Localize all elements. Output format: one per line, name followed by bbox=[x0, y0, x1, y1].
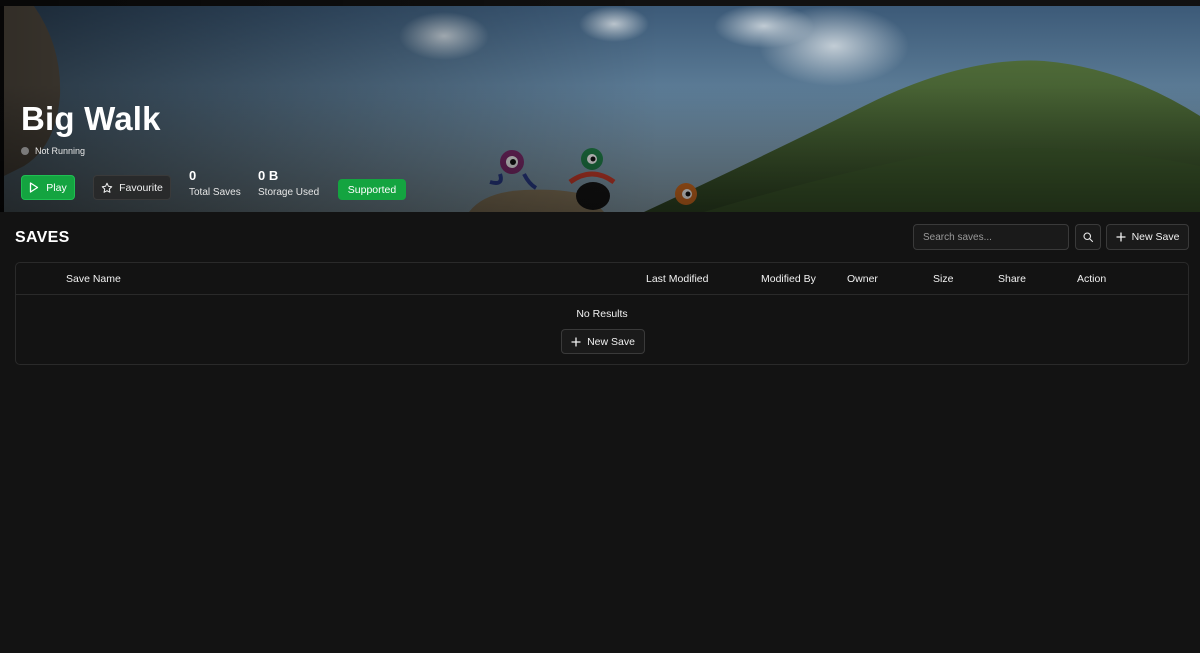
storage-used-value: 0 B bbox=[258, 168, 279, 183]
plus-icon bbox=[571, 336, 581, 347]
game-status: Not Running bbox=[21, 146, 85, 156]
column-header-modified-by[interactable]: Modified By bbox=[761, 273, 816, 285]
status-dot-icon bbox=[21, 147, 29, 155]
hero-banner bbox=[0, 0, 1200, 212]
star-icon bbox=[101, 182, 113, 194]
plus-icon bbox=[1115, 232, 1126, 242]
column-header-save-name[interactable]: Save Name bbox=[66, 273, 121, 285]
storage-used-label: Storage Used bbox=[258, 187, 320, 198]
column-header-last-modified[interactable]: Last Modified bbox=[646, 273, 708, 285]
empty-state-text: No Results bbox=[576, 308, 628, 320]
empty-state-new-save-label: New Save bbox=[587, 335, 635, 348]
new-save-label: New Save bbox=[1131, 231, 1180, 243]
saves-table: Save Name Last Modified Modified By Owne… bbox=[15, 262, 1189, 365]
play-label: Play bbox=[46, 181, 67, 194]
new-save-button[interactable]: New Save bbox=[1106, 224, 1189, 250]
empty-state-new-save-button[interactable]: New Save bbox=[561, 329, 645, 354]
supported-badge: Supported bbox=[338, 179, 406, 200]
total-saves-label: Total Saves bbox=[189, 187, 241, 198]
favourite-label: Favourite bbox=[119, 181, 163, 194]
play-icon bbox=[29, 182, 39, 193]
storage-used-stat: 0 B Storage Used bbox=[258, 168, 319, 198]
column-header-size[interactable]: Size bbox=[933, 273, 953, 285]
search-saves-input[interactable] bbox=[913, 224, 1069, 250]
total-saves-value: 0 bbox=[189, 168, 197, 183]
table-header-row: Save Name Last Modified Modified By Owne… bbox=[16, 263, 1188, 295]
column-header-action[interactable]: Action bbox=[1077, 273, 1106, 285]
column-header-owner[interactable]: Owner bbox=[847, 273, 878, 285]
search-icon bbox=[1082, 231, 1094, 243]
search-button[interactable] bbox=[1075, 224, 1101, 250]
total-saves-stat: 0 Total Saves bbox=[189, 168, 241, 198]
status-text: Not Running bbox=[35, 146, 86, 156]
game-title: Big Walk bbox=[21, 100, 161, 137]
favourite-button[interactable]: Favourite bbox=[93, 175, 171, 200]
hero-overlay bbox=[0, 0, 1200, 212]
column-header-share[interactable]: Share bbox=[998, 273, 1026, 285]
saves-section-title: SAVES bbox=[15, 229, 70, 246]
play-button[interactable]: Play bbox=[21, 175, 75, 200]
